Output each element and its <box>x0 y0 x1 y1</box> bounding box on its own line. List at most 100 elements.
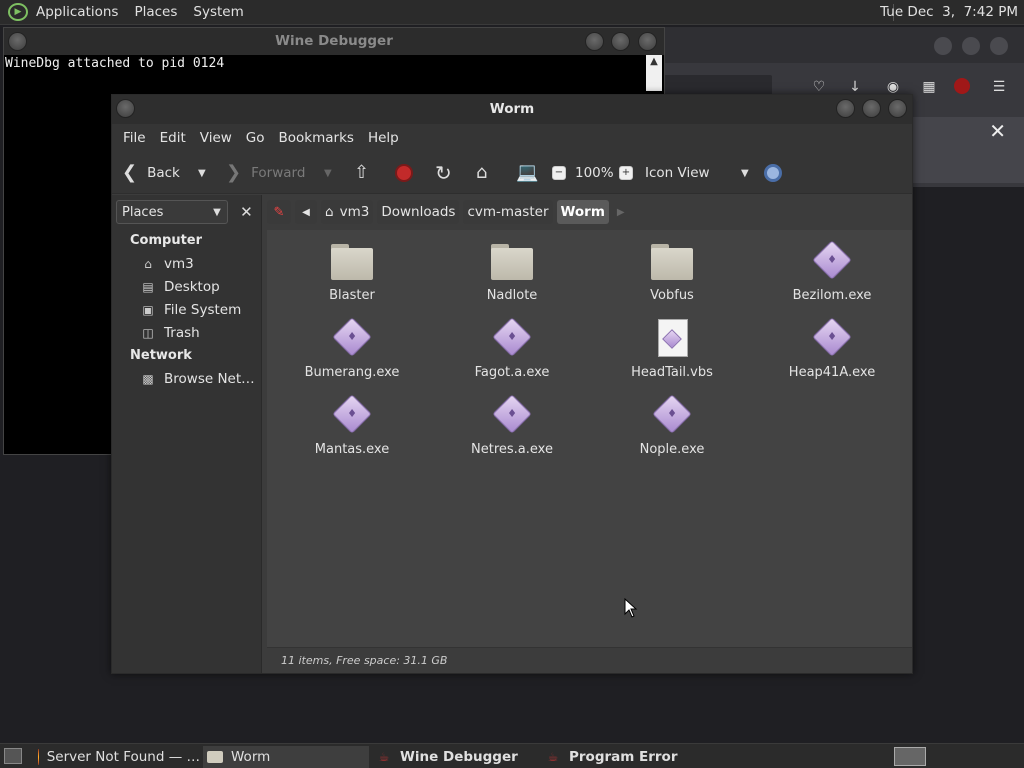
sidebar-item-trash[interactable]: ◫ Trash <box>112 321 261 344</box>
folder-item[interactable]: Nadlote <box>442 242 582 303</box>
menu-file[interactable]: File <box>116 130 153 146</box>
zoom-in-button[interactable]: + <box>619 161 633 185</box>
forward-button[interactable]: ❯ Forward <box>226 161 305 185</box>
path-segment-label: Downloads <box>381 204 456 220</box>
file-item[interactable]: ♦ Bumerang.exe <box>282 317 422 380</box>
sidebar-item-label: vm3 <box>164 255 194 272</box>
reload-button[interactable]: ↻ <box>435 161 452 185</box>
zoom-out-icon: − <box>552 166 566 180</box>
close-button[interactable] <box>638 32 657 51</box>
close-button[interactable] <box>990 37 1008 55</box>
forward-history-button[interactable]: ▼ <box>324 161 332 185</box>
close-icon[interactable]: ✕ <box>989 121 1006 141</box>
maximize-button[interactable] <box>862 99 881 118</box>
executable-icon: ♦ <box>810 240 854 282</box>
places-select[interactable]: Places ▼ <box>116 200 228 224</box>
file-item[interactable]: ♦ Mantas.exe <box>282 394 422 457</box>
zoom-level[interactable]: 100% <box>575 161 614 185</box>
close-button[interactable] <box>888 99 907 118</box>
window-title: Worm <box>489 101 535 117</box>
places-select-label: Places <box>122 204 164 220</box>
file-item[interactable]: ♦ Bezilom.exe <box>762 240 902 303</box>
file-item[interactable]: ♦ Nople.exe <box>602 394 742 457</box>
home-button[interactable]: ⌂ <box>476 161 487 185</box>
maximize-button[interactable] <box>611 32 630 51</box>
desktop-folder-icon: ▤ <box>142 279 154 294</box>
path-bar: ✎ ◀ ⌂ vm3 Downloads cvm-master Worm ▶ <box>267 195 912 229</box>
window-menu-button[interactable] <box>8 32 27 51</box>
back-button[interactable]: ❮ Back <box>122 161 180 185</box>
path-segment-worm[interactable]: Worm <box>556 200 609 224</box>
path-segment-cvm-master[interactable]: cvm-master <box>463 200 553 224</box>
path-segment-downloads[interactable]: Downloads <box>377 200 460 224</box>
minimize-button[interactable] <box>934 37 952 55</box>
extensions-icon[interactable]: ▦ <box>920 78 938 96</box>
back-history-button[interactable]: ▼ <box>198 161 206 185</box>
folder-item[interactable]: Blaster <box>282 242 422 303</box>
firefox-icon <box>38 749 39 765</box>
task-label: Wine Debugger <box>400 749 518 765</box>
scroll-up-icon[interactable]: ▲ <box>646 55 662 69</box>
system-menu[interactable]: System <box>185 0 251 25</box>
home-folder-icon: ⌂ <box>325 204 334 220</box>
file-item[interactable]: ♦ Heap41A.exe <box>762 317 902 380</box>
scrollbar[interactable]: ▲ <box>646 55 662 91</box>
close-sidebar-button[interactable]: ✕ <box>236 201 257 223</box>
distro-logo-icon[interactable]: ▶ <box>8 3 28 21</box>
file-manager-titlebar[interactable]: Worm <box>112 95 912 124</box>
task-firefox[interactable]: Server Not Found — … <box>34 746 200 768</box>
zoom-in-icon: + <box>619 166 633 180</box>
path-scroll-left-button[interactable]: ◀ <box>295 200 317 224</box>
path-segment-vm3[interactable]: ⌂ vm3 <box>321 200 374 224</box>
file-manager-window[interactable]: Worm File Edit View Go Bookmarks Help ❮ … <box>111 94 913 674</box>
file-item[interactable]: ♦ Netres.a.exe <box>442 394 582 457</box>
minimize-button[interactable] <box>836 99 855 118</box>
clock[interactable]: Tue Dec 3, 7:42 PM <box>880 0 1018 25</box>
sidebar-item-file-system[interactable]: ▣ File System <box>112 298 261 321</box>
folder-icon <box>330 242 374 282</box>
file-name-label: Blaster <box>329 288 375 303</box>
workspace-switcher[interactable] <box>894 747 926 766</box>
computer-button[interactable]: 💻 <box>516 161 538 185</box>
places-menu[interactable]: Places <box>126 0 185 25</box>
executable-icon: ♦ <box>330 394 374 436</box>
sidebar-item-desktop[interactable]: ▤ Desktop <box>112 275 261 298</box>
menu-edit[interactable]: Edit <box>153 130 193 146</box>
up-button[interactable]: ⇧ <box>354 161 369 185</box>
zoom-out-button[interactable]: − <box>552 161 566 185</box>
sidebar-item-browse-network[interactable]: ▩ Browse Net… <box>112 367 261 390</box>
ublock-icon[interactable] <box>954 78 970 94</box>
executable-icon: ♦ <box>810 317 854 359</box>
task-program-error[interactable]: ☕ Program Error <box>541 746 707 768</box>
console-line: WineDbg attached to pid 0124 <box>5 56 225 71</box>
file-item[interactable]: ♦ Fagot.a.exe <box>442 317 582 380</box>
executable-icon: ♦ <box>330 317 374 359</box>
folder-item[interactable]: Vobfus <box>602 242 742 303</box>
firefox-titlebar[interactable] <box>660 27 1024 63</box>
path-scroll-right-button[interactable]: ▶ <box>613 200 629 224</box>
edit-location-button[interactable]: ✎ <box>267 200 291 224</box>
show-desktop-button[interactable] <box>4 748 22 764</box>
applications-menu[interactable]: Applications <box>28 0 126 25</box>
up-arrow-icon: ⇧ <box>354 162 370 183</box>
view-mode-select[interactable]: Icon View ▼ <box>645 161 749 185</box>
menu-help[interactable]: Help <box>361 130 406 146</box>
executable-icon: ♦ <box>650 394 694 436</box>
file-item[interactable]: HeadTail.vbs <box>602 319 742 380</box>
wine-titlebar[interactable]: Wine Debugger <box>4 28 664 55</box>
sidebar-item-vm3[interactable]: ⌂ vm3 <box>112 252 261 275</box>
menu-view[interactable]: View <box>193 130 239 146</box>
icon-view[interactable]: Blaster Nadlote Vobfus ♦ Bezilom.exe ♦ Bumeran… <box>267 230 912 647</box>
task-worm[interactable]: Worm <box>203 746 369 768</box>
task-wine-debugger[interactable]: ☕ Wine Debugger <box>372 746 538 768</box>
folder-icon <box>650 242 694 282</box>
sidebar: Places ▼ ✕ Computer ⌂ vm3 ▤ Desktop ▣ Fi… <box>112 195 262 673</box>
minimize-button[interactable] <box>585 32 604 51</box>
stop-button[interactable] <box>395 161 413 185</box>
hamburger-menu-icon[interactable]: ☰ <box>990 78 1008 96</box>
maximize-button[interactable] <box>962 37 980 55</box>
search-button[interactable] <box>764 161 782 185</box>
window-menu-button[interactable] <box>116 99 135 118</box>
menu-go[interactable]: Go <box>239 130 272 146</box>
menu-bookmarks[interactable]: Bookmarks <box>272 130 361 146</box>
